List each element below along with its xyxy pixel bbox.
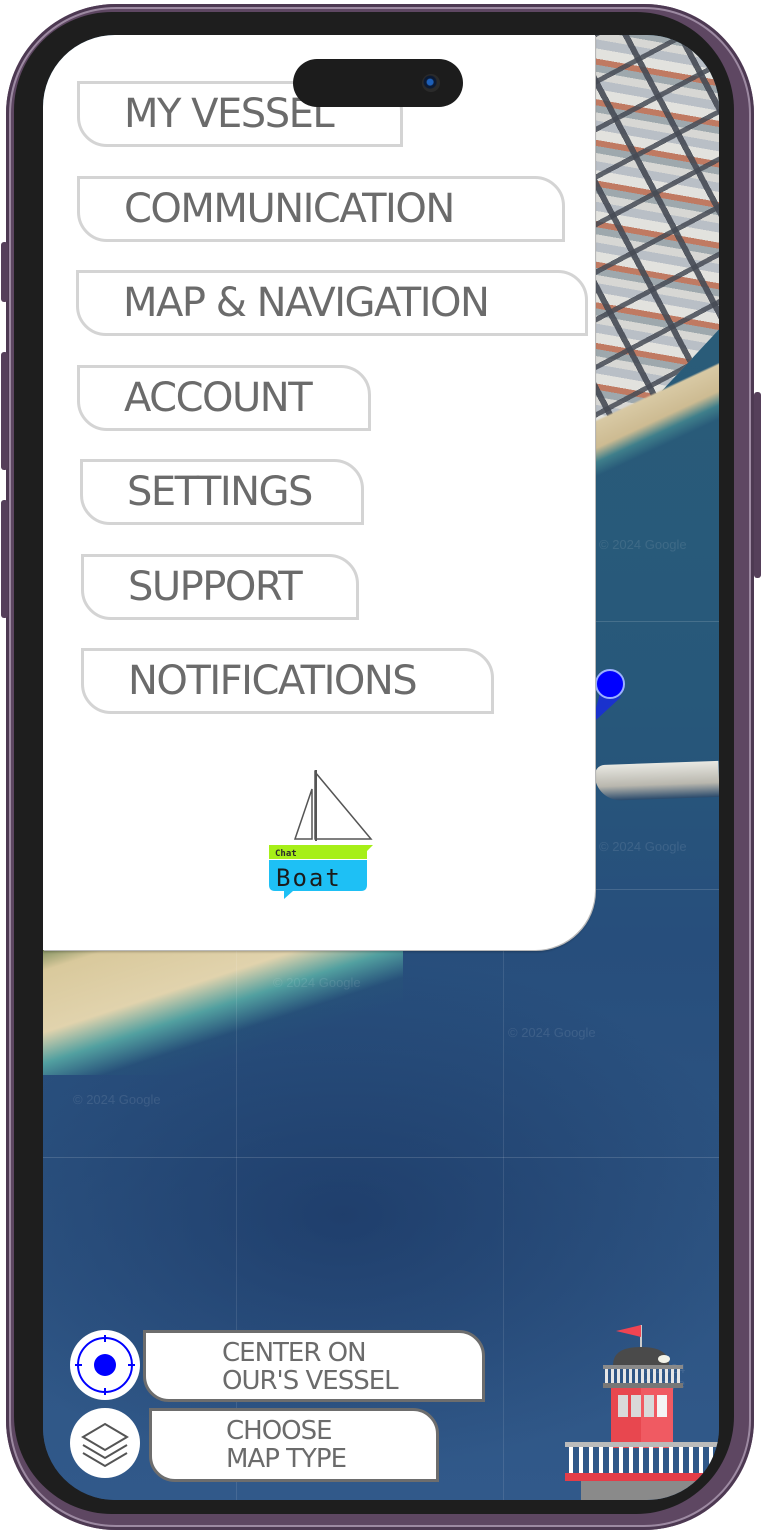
volume-up-button <box>1 352 8 470</box>
action-button <box>1 242 8 302</box>
map-breakwater <box>594 760 719 802</box>
navigation-drawer: MY VESSEL COMMUNICATION MAP & NAVIGATION… <box>43 35 595 950</box>
front-camera-icon <box>422 74 440 92</box>
map-type-line1: CHOOSE <box>226 1416 333 1446</box>
menu-item-map-navigation[interactable]: MAP & NAVIGATION <box>76 270 588 336</box>
menu-item-notifications[interactable]: NOTIFICATIONS <box>81 648 494 714</box>
map-watermark: © 2024 Google <box>599 839 687 854</box>
menu-item-account[interactable]: ACCOUNT <box>77 365 371 431</box>
power-button <box>754 392 761 578</box>
crosshair-target-icon <box>75 1335 135 1395</box>
logo-small-text: Chat <box>275 849 297 859</box>
map-watermark: © 2024 Google <box>73 1092 161 1107</box>
center-vessel-label-button[interactable]: CENTER ON OUR'S VESSEL <box>143 1330 485 1402</box>
menu-item-label: MY VESSEL <box>124 91 335 137</box>
vessel-location-marker[interactable] <box>595 669 625 699</box>
menu-item-label: NOTIFICATIONS <box>128 658 418 704</box>
menu-item-settings[interactable]: SETTINGS <box>80 459 364 525</box>
volume-down-button <box>1 500 8 618</box>
screen: © 2024 Google © 2024 Google © 2024 Googl… <box>43 35 719 1500</box>
menu-item-label: SETTINGS <box>127 469 313 515</box>
map-type-label-button[interactable]: CHOOSE MAP TYPE <box>149 1408 439 1482</box>
map-watermark: © 2024 Google <box>273 975 361 990</box>
menu-item-label: MAP & NAVIGATION <box>123 280 490 326</box>
menu-item-label: COMMUNICATION <box>124 186 455 232</box>
dynamic-island <box>293 59 463 107</box>
chat-boat-logo: Chat Boat <box>267 767 377 902</box>
center-vessel-button[interactable] <box>70 1330 140 1400</box>
center-vessel-line2: OUR'S VESSEL <box>222 1366 399 1396</box>
map-beach <box>43 935 403 1075</box>
map-tile-seam <box>43 1157 719 1158</box>
map-type-line2: MAP TYPE <box>226 1444 347 1474</box>
sailboat-icon: Chat Boat <box>269 769 373 899</box>
center-vessel-line1: CENTER ON <box>222 1338 367 1368</box>
lighthouse-icon <box>565 1325 719 1500</box>
menu-item-label: ACCOUNT <box>124 375 313 421</box>
logo-large-text: Boat <box>276 864 342 892</box>
map-watermark: © 2024 Google <box>599 537 687 552</box>
menu-item-support[interactable]: SUPPORT <box>81 554 359 620</box>
menu-item-label: SUPPORT <box>128 564 303 610</box>
layers-icon <box>81 1422 129 1468</box>
menu-item-communication[interactable]: COMMUNICATION <box>77 176 565 242</box>
map-watermark: © 2024 Google <box>508 1025 596 1040</box>
map-shoreline <box>595 325 719 505</box>
map-type-button[interactable] <box>70 1408 140 1478</box>
